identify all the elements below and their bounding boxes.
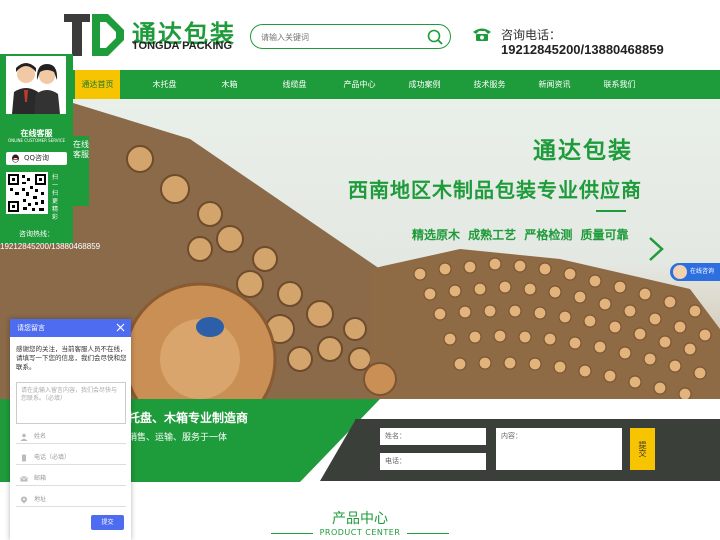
- service-avatars-icon: [6, 56, 66, 114]
- customer-service-tab[interactable]: 在线客服: [73, 136, 89, 206]
- qr-code-icon: [6, 172, 48, 214]
- email-input-placeholder: 邮箱: [34, 475, 47, 482]
- brand-name-en: TONGDA PACKING: [132, 40, 233, 52]
- content-field-label: 内容：: [501, 432, 522, 440]
- online-consult-label: 在线咨询: [690, 268, 715, 275]
- content-field[interactable]: 内容：: [496, 428, 622, 470]
- slogan-line-1: 托盘、木箱专业制造商: [128, 411, 249, 425]
- email-input[interactable]: 邮箱: [16, 471, 126, 486]
- phone-field-label: 电话：: [385, 457, 406, 465]
- chevron-right-icon[interactable]: [646, 236, 666, 262]
- name-input[interactable]: 姓名: [16, 429, 126, 444]
- qq-consult-label: QQ咨询: [24, 154, 50, 162]
- quote-form-cut: [320, 419, 356, 481]
- search-input[interactable]: [261, 29, 421, 45]
- online-consult-tag[interactable]: 在线咨询: [670, 263, 720, 281]
- consultant-avatar: [673, 265, 687, 279]
- contact-numbers: 19212845200/13880468859: [501, 42, 664, 57]
- leave-message-widget: 请您留言 感谢您的关注，当前客服人员不在线，请填写一下您的信息，我们会尽快和您联…: [10, 319, 131, 540]
- main-nav: 通达首页 木托盘 木箱 线缆盘 产品中心 成功案例 技术服务 新闻资讯 联系我们: [0, 70, 720, 104]
- nav-item-contact[interactable]: 联系我们: [597, 70, 642, 99]
- hotline-numbers: 19212845200/13880468859: [0, 242, 101, 251]
- address-input[interactable]: 地址: [16, 492, 126, 507]
- nav-item-crate[interactable]: 木箱: [207, 70, 252, 99]
- slogan-line-2: 销售、运输、服务于一体: [128, 433, 228, 443]
- leave-message-title: 请您留言: [17, 324, 45, 332]
- address-input-placeholder: 地址: [34, 496, 47, 503]
- phone-icon: [22, 454, 26, 462]
- page: 通达包装 TONGDA PACKING 咨询电话： 19212845200/13…: [0, 0, 720, 540]
- quote-submit-button[interactable]: 提交: [630, 428, 655, 470]
- phone-icon: [473, 28, 491, 41]
- location-icon: [21, 496, 27, 504]
- contact-label: 咨询电话：: [501, 28, 562, 42]
- banner-subtitle: 西南地区木制品包装专业供应商: [348, 178, 642, 202]
- site-header: 通达包装 TONGDA PACKING 咨询电话： 19212845200/13…: [0, 0, 720, 70]
- name-input-placeholder: 姓名: [34, 433, 47, 440]
- message-textarea[interactable]: 请在此输入留言内容，我们会尽快与您联系。（必填）: [16, 382, 126, 424]
- banner-features: 精选原木 成熟工艺 严格检测 质量可靠: [412, 228, 629, 242]
- nav-item-cases[interactable]: 成功案例: [402, 70, 447, 99]
- qq-consult-button[interactable]: QQ咨询: [6, 152, 67, 165]
- logo-icon[interactable]: [64, 10, 126, 60]
- nav-item-tech[interactable]: 技术服务: [467, 70, 512, 99]
- product-center-title: 产品中心: [332, 511, 388, 527]
- scan-text: 扫一扫更精彩: [52, 174, 59, 221]
- product-center-subtitle: PRODUCT CENTER: [319, 528, 401, 537]
- user-icon: [20, 433, 28, 441]
- banner-divider: [596, 210, 626, 212]
- nav-item-news[interactable]: 新闻资讯: [532, 70, 577, 99]
- name-field[interactable]: 姓名：: [380, 428, 486, 445]
- nav-item-pallet[interactable]: 木托盘: [142, 70, 187, 99]
- nav-item-cable-reel[interactable]: 线缆盘: [272, 70, 317, 99]
- leave-message-header: 请您留言: [10, 319, 131, 337]
- hotline-label: 咨询热线：: [19, 230, 54, 238]
- customer-service-title-en: ONLINE CUSTOMER SERVICE: [7, 138, 66, 143]
- mail-icon: [20, 476, 28, 482]
- search-box[interactable]: [250, 24, 451, 49]
- banner-title: 通达包装: [533, 138, 633, 164]
- phone-field[interactable]: 电话：: [380, 453, 486, 470]
- phone-input-placeholder: 电话（必填）: [34, 454, 71, 461]
- search-icon[interactable]: [426, 28, 444, 46]
- name-field-label: 姓名：: [385, 432, 406, 440]
- leave-message-intro: 感谢您的关注，当前客服人员不在线，请填写一下您的信息，我们会尽快和您联系。: [16, 345, 127, 371]
- leave-message-submit-button[interactable]: 提交: [91, 515, 124, 530]
- phone-input[interactable]: 电话（必填）: [16, 450, 126, 465]
- minimize-icon[interactable]: [116, 323, 125, 332]
- nav-item-products[interactable]: 产品中心: [337, 70, 382, 99]
- qq-icon: [12, 154, 19, 163]
